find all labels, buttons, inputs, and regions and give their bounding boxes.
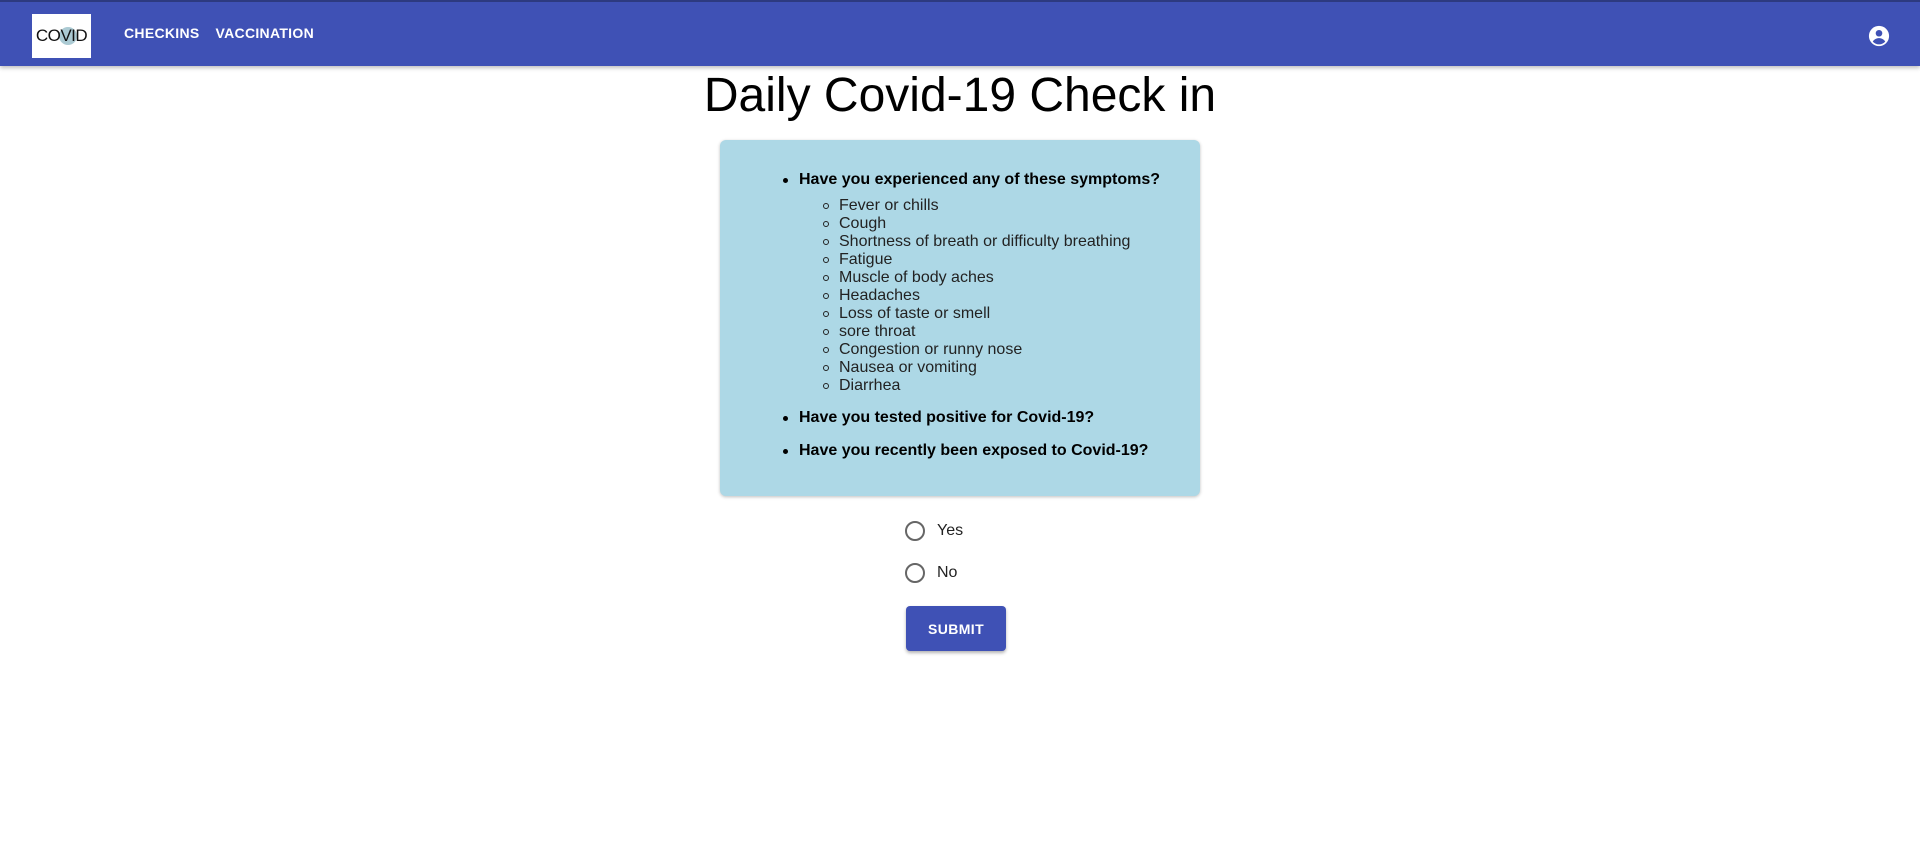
symptom-item: Shortness of breath or difficulty breath… [823,233,1189,251]
symptom-item: Fatigue [823,251,1189,269]
account-circle-icon[interactable] [1868,25,1890,47]
question-exposed: Have you recently been exposed to Covid-… [783,441,1189,461]
nav-vaccination-link[interactable]: VACCINATION [216,25,314,41]
symptom-item: Diarrhea [823,377,1189,395]
question-symptoms: Have you experienced any of these sympto… [783,170,1189,395]
yes-label: Yes [937,522,964,539]
yes-option[interactable]: Yes [905,519,963,543]
no-label: No [937,564,958,581]
question-text: Have you experienced any of these sympto… [799,171,1161,188]
symptom-item: Fever or chills [823,197,1189,215]
yes-radio[interactable] [905,521,925,541]
symptom-item: Muscle of body aches [823,269,1189,287]
question-tested-positive: Have you tested positive for Covid-19? [783,408,1189,428]
symptom-item: Nausea or vomiting [823,359,1189,377]
no-option[interactable]: No [905,561,963,585]
main-nav: CHECKINS VACCINATION [124,25,314,41]
symptom-item: Cough [823,215,1189,233]
symptom-item: Headaches [823,287,1189,305]
symptom-item: sore throat [823,323,1189,341]
submit-button[interactable]: SUBMIT [906,606,1006,651]
symptoms-list: Fever or chills Cough Shortness of breat… [799,197,1189,395]
answer-radio-group: Yes No [905,519,963,585]
question-text: Have you recently been exposed to Covid-… [799,442,1149,459]
questions-card: Have you experienced any of these sympto… [720,140,1200,496]
nav-checkins-link[interactable]: CHECKINS [124,25,200,41]
covid-logo[interactable]: COVID [32,14,91,58]
symptom-item: Congestion or runny nose [823,341,1189,359]
app-bar: COVID CHECKINS VACCINATION [0,0,1920,66]
page-title: Daily Covid-19 Check in [703,69,1217,122]
questions-list: Have you experienced any of these sympto… [783,170,1189,461]
question-text: Have you tested positive for Covid-19? [799,409,1095,426]
symptom-item: Loss of taste or smell [823,305,1189,323]
no-radio[interactable] [905,563,925,583]
logo-text: COVID [35,26,88,45]
